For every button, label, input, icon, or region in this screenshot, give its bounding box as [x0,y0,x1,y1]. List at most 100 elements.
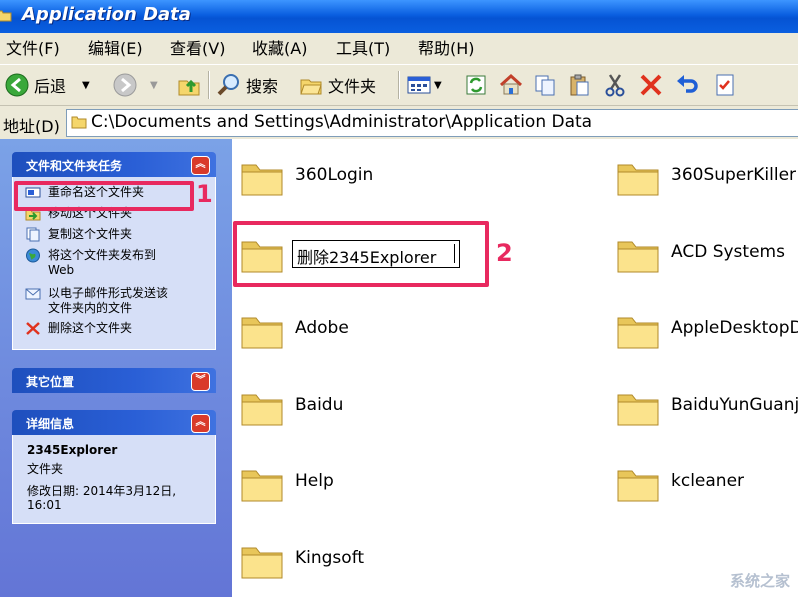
menu-edit[interactable]: 编辑(E) [88,39,143,59]
task-label-group: 将这个文件夹发布到 Web [48,248,156,278]
task-label: 将这个文件夹发布到 [48,248,157,262]
folder-item[interactable]: Kingsoft [240,538,480,582]
folder-item[interactable]: Adobe [240,308,480,352]
collapse-icon[interactable]: ︽ [191,414,210,433]
toolbar: 后退 ▼ ▼ 搜索 文件夹 ▼ [0,65,798,106]
forward-button[interactable]: ▼ [112,69,158,101]
menu-favorites[interactable]: 收藏(A) [252,39,307,59]
folder-name: Baidu [295,395,344,415]
folder-name: Adobe [295,318,349,338]
expand-icon[interactable]: ︾ [191,372,210,391]
step-number-1: 1 [196,180,213,208]
back-button[interactable]: 后退 ▼ [4,69,90,101]
task-email-files[interactable]: 以电子邮件形式发送该 文件夹内的文件 [25,286,168,316]
folder-name: BaiduYunGuanji [671,395,798,415]
back-label: 后退 [34,77,67,96]
up-folder-icon [178,79,200,96]
panel-header[interactable]: 其它位置 ︾ [12,368,216,393]
copy-to-button[interactable] [532,69,558,101]
folder-item[interactable]: kcleaner [616,461,798,505]
folder-icon [241,317,283,349]
panel-body: 2345Explorer 文件夹 修改日期: 2014年3月12日, 16:01 [12,435,216,524]
folder-item[interactable]: ACD Systems [616,232,798,276]
highlight-box-rename-task [14,181,194,211]
collapse-icon[interactable]: ︽ [191,156,210,175]
home-button[interactable] [498,69,524,101]
address-label: 地址(D) [3,117,60,136]
paste-button[interactable] [566,69,592,101]
folder-icon [617,241,659,273]
folder-name: 360Login [295,165,374,185]
menu-bar: 文件(F) 编辑(E) 查看(V) 收藏(A) 工具(T) 帮助(H) [0,33,798,65]
folder-icon [241,470,283,502]
paste-icon [570,74,589,96]
undo-icon [677,75,698,93]
back-arrow-icon [5,73,29,97]
menu-file[interactable]: 文件(F) [6,39,60,59]
folder-name: ACD Systems [671,242,785,262]
views-button[interactable]: ▼ [406,69,442,101]
delete-button[interactable] [638,69,664,101]
forward-arrow-icon [113,73,137,97]
watermark: 系统之家 [729,572,790,590]
address-input[interactable]: C:\Documents and Settings\Administrator\… [66,109,798,137]
menu-help[interactable]: 帮助(H) [418,39,475,59]
task-label: 删除这个文件夹 [48,321,133,335]
details-name: 2345Explorer [27,443,118,457]
views-dropdown-icon: ▼ [434,79,442,91]
folder-icon [0,10,12,22]
task-publish-web[interactable]: 将这个文件夹发布到 Web [25,248,156,278]
folders-label: 文件夹 [328,77,377,96]
properties-icon [716,74,734,96]
delete-x-icon [640,74,662,96]
panel-title: 文件和文件夹任务 [26,159,123,173]
back-dropdown-icon[interactable]: ▼ [82,80,90,91]
folder-item[interactable]: AppleDesktopD [616,308,798,352]
folder-content-pane [232,139,798,597]
sync-button[interactable] [464,69,488,101]
folder-item[interactable]: Help [240,461,480,505]
highlight-box-rename-input [233,221,489,287]
folder-name: 360SuperKiller [671,165,797,185]
folder-item[interactable]: 360Login [240,155,480,199]
address-bar: 地址(D) C:\Documents and Settings\Administ… [0,106,798,139]
folder-icon [617,470,659,502]
folder-item[interactable]: 360SuperKiller [616,155,798,199]
home-icon [499,73,523,95]
task-label: 复制这个文件夹 [48,227,133,241]
panel-header[interactable]: 文件和文件夹任务 ︽ [12,152,216,177]
search-icon [217,74,239,96]
folder-name: AppleDesktopD [671,318,798,338]
title-bar[interactable]: Application Data [0,0,798,33]
folder-icon [71,116,87,129]
views-icon [407,76,431,94]
scissors-icon [605,74,625,97]
folder-item[interactable]: BaiduYunGuanji [616,385,798,429]
email-icon [25,288,41,300]
folder-icon [241,164,283,196]
cut-button[interactable] [602,69,628,101]
forward-dropdown-icon[interactable]: ▼ [150,80,158,91]
properties-button[interactable] [712,69,738,101]
folder-name: Help [295,471,334,491]
up-folder-button[interactable] [176,69,202,101]
folder-icon [241,394,283,426]
details-modified-time: 16:01 [27,498,62,512]
task-copy-folder[interactable]: 复制这个文件夹 [25,227,132,242]
delete-icon [26,322,40,335]
search-button[interactable]: 搜索 [216,69,278,101]
menu-view[interactable]: 查看(V) [170,39,225,59]
task-label-line2: Web [48,263,75,277]
undo-button[interactable] [674,69,700,101]
folder-item[interactable]: Baidu [240,385,480,429]
folder-icon [617,317,659,349]
step-number-2: 2 [496,239,513,267]
copy-to-icon [535,75,555,96]
details-modified: 修改日期: 2014年3月12日, [27,484,177,498]
panel-header[interactable]: 详细信息 ︽ [12,410,216,435]
folders-button[interactable]: 文件夹 [298,69,376,101]
task-delete-folder[interactable]: 删除这个文件夹 [25,321,132,336]
menu-tools[interactable]: 工具(T) [336,39,390,59]
folder-icon [617,394,659,426]
task-label-line2: 文件夹内的文件 [48,301,133,315]
